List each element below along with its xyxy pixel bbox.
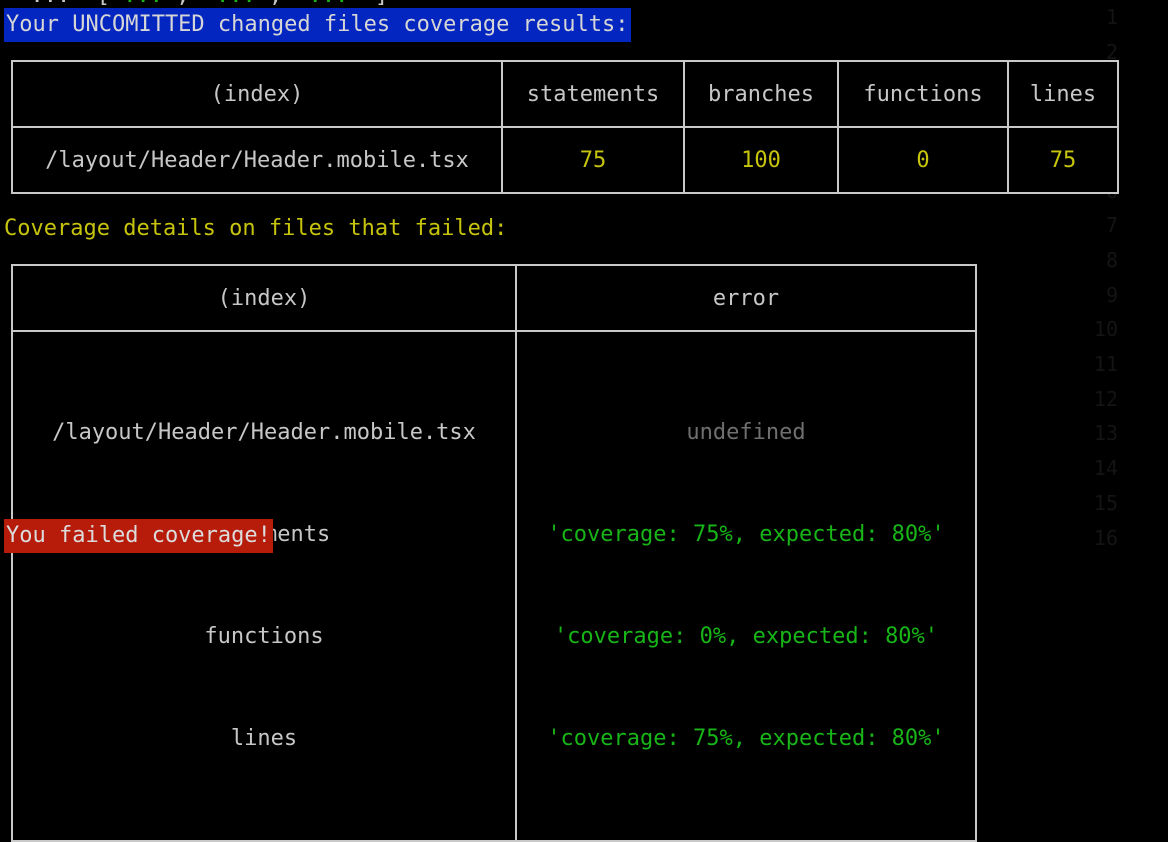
coverage-failed-banner: You failed coverage! bbox=[4, 519, 273, 553]
cell-index-stack: /layout/Header/Header.mobile.tsx stateme… bbox=[11, 330, 517, 842]
line-number: 7 bbox=[1105, 213, 1118, 238]
table-row: /layout/Header/Header.mobile.tsx stateme… bbox=[11, 330, 977, 842]
line-number: 9 bbox=[1105, 282, 1118, 307]
cell-branches: 100 bbox=[683, 126, 839, 194]
previous-line-item: '...' bbox=[203, 0, 269, 8]
column-header-statements: statements bbox=[501, 60, 685, 128]
line-number: 8 bbox=[1105, 247, 1118, 272]
previous-line-suffix: ] bbox=[375, 0, 388, 8]
line-number: 15 bbox=[1093, 490, 1118, 515]
cell-functions: 0 bbox=[837, 126, 1009, 194]
column-header-index: (index) bbox=[11, 264, 517, 332]
index-lines: lines bbox=[230, 726, 298, 751]
previous-output-line: ... ['...', '...', '...' ] bbox=[4, 0, 388, 8]
line-number: 10 bbox=[1093, 317, 1118, 342]
error-functions: 'coverage: 0%, expected: 80%' bbox=[553, 624, 939, 649]
column-header-index: (index) bbox=[11, 60, 503, 128]
index-functions: functions bbox=[204, 624, 324, 649]
column-header-functions: functions bbox=[837, 60, 1009, 128]
cell-error-stack: undefined 'coverage: 75%, expected: 80%'… bbox=[515, 330, 977, 842]
error-lines: 'coverage: 75%, expected: 80%' bbox=[547, 726, 945, 751]
table-header-row: (index) error bbox=[11, 264, 977, 332]
previous-line-prefix: ... [ bbox=[4, 0, 109, 8]
column-header-branches: branches bbox=[683, 60, 839, 128]
table-header-row: (index) statements branches functions li… bbox=[11, 60, 1119, 128]
cell-statements: 75 bbox=[501, 126, 685, 194]
failed-coverage-table: (index) error /layout/Header/Header.mobi… bbox=[11, 264, 977, 842]
column-header-error: error bbox=[515, 264, 977, 332]
error-statements: 'coverage: 75%, expected: 80%' bbox=[547, 522, 945, 547]
line-number: 16 bbox=[1093, 525, 1118, 550]
uncommitted-coverage-banner: Your UNCOMITTED changed files coverage r… bbox=[4, 8, 631, 42]
failed-files-heading: Coverage details on files that failed: bbox=[4, 216, 508, 241]
column-header-lines: lines bbox=[1007, 60, 1119, 128]
cell-index: /layout/Header/Header.mobile.tsx bbox=[11, 126, 503, 194]
line-number: 14 bbox=[1093, 456, 1118, 481]
line-number: 12 bbox=[1093, 386, 1118, 411]
coverage-results-table: (index) statements branches functions li… bbox=[11, 60, 1119, 194]
table-row: /layout/Header/Header.mobile.tsx 75 100 … bbox=[11, 126, 1119, 194]
previous-line-item: '...' bbox=[110, 0, 176, 8]
line-number: 1 bbox=[1105, 5, 1118, 29]
index-file: /layout/Header/Header.mobile.tsx bbox=[52, 420, 476, 445]
line-number: 13 bbox=[1093, 421, 1118, 446]
cell-lines: 75 bbox=[1007, 126, 1119, 194]
previous-line-item: '...' bbox=[295, 0, 361, 8]
line-number: 11 bbox=[1093, 352, 1118, 377]
error-file: undefined bbox=[686, 420, 806, 445]
